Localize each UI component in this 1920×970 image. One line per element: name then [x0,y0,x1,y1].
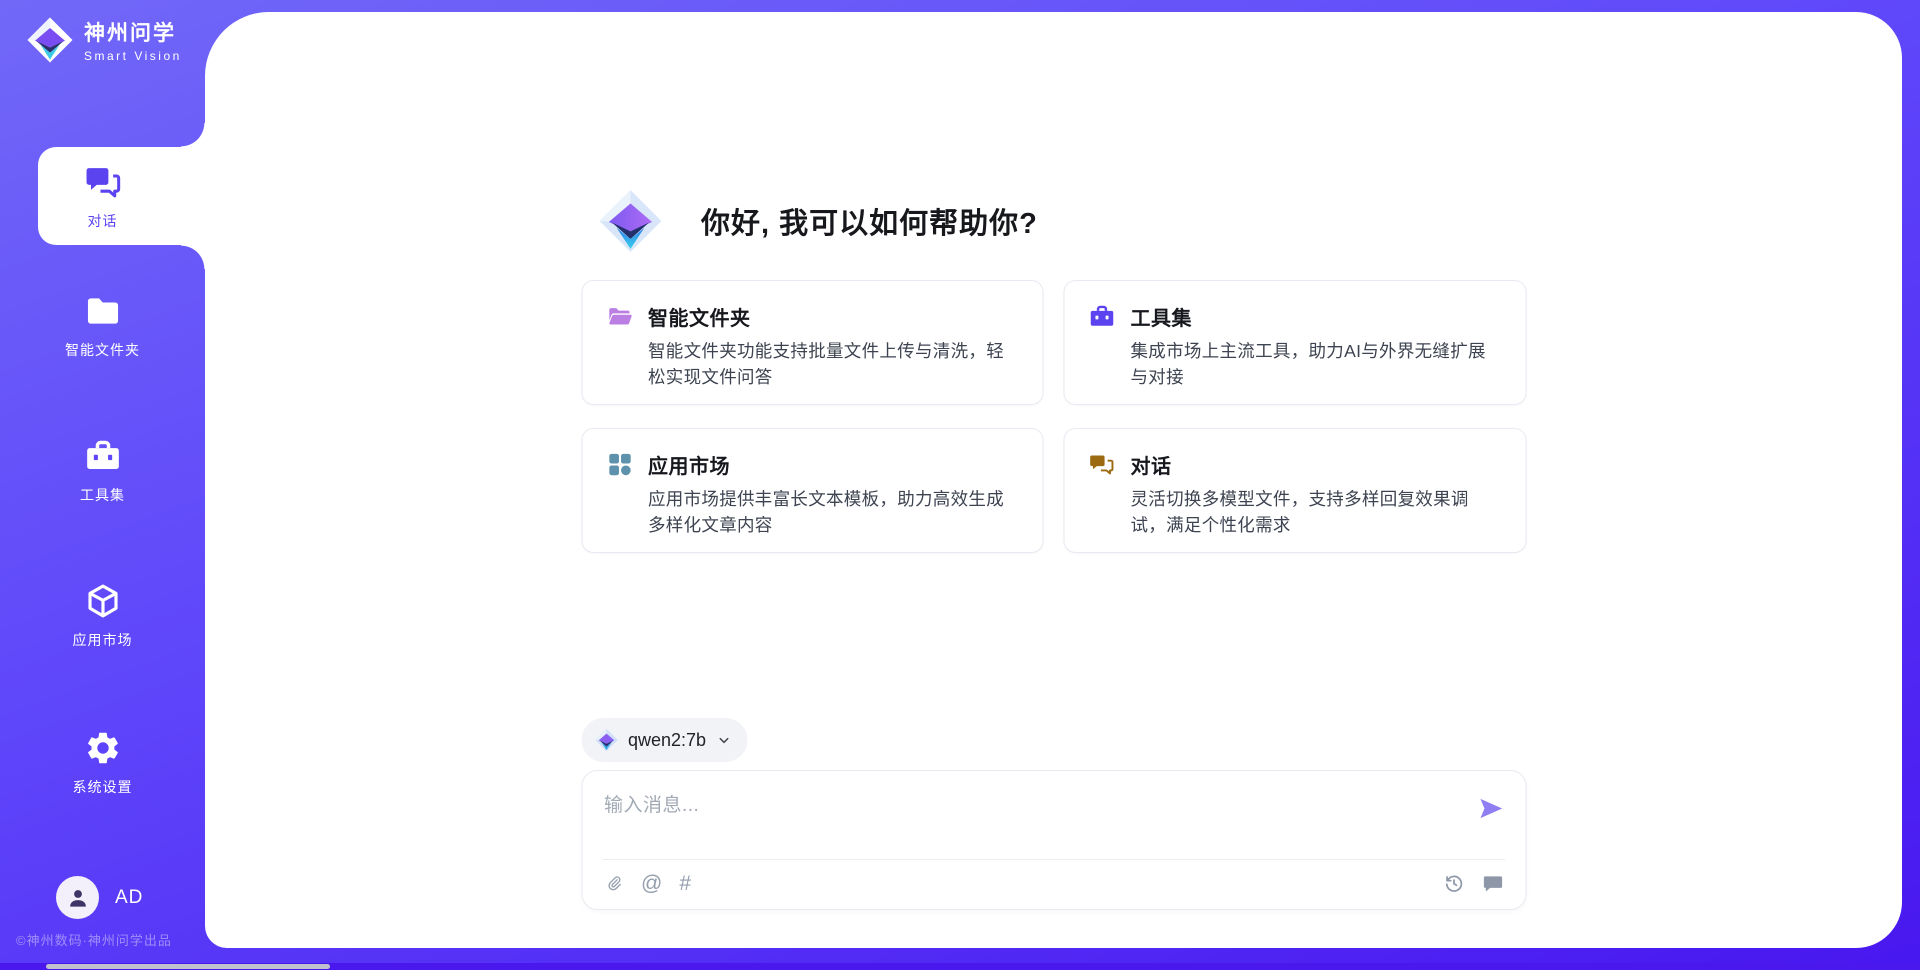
scrollbar-thumb[interactable] [46,964,330,969]
greeting-row: 你好, 我可以如何帮助你? [581,188,1526,254]
app-logo-diamond-icon [597,188,663,254]
model-diamond-icon [594,728,618,752]
sidebar-item-label: 智能文件夹 [65,340,140,360]
main-content: 你好, 我可以如何帮助你? 智能文件夹 智能文件夹功能支持批量文件上传与清洗，轻… [581,188,1526,553]
send-icon[interactable] [1477,795,1504,822]
avatar [56,876,99,919]
sidebar-item-toolset[interactable]: 工具集 [0,421,205,519]
mention-icon[interactable]: @ [641,873,662,894]
card-title: 工具集 [1131,302,1193,331]
input-divider [602,859,1505,860]
attachment-icon[interactable] [604,874,624,894]
history-icon[interactable] [1442,872,1465,895]
model-selector[interactable]: qwen2:7b [581,718,747,762]
card-description: 智能文件夹功能支持批量文件上传与清洗，轻松实现文件问答 [648,338,1019,391]
model-name: qwen2:7b [628,730,706,751]
feedback-bubble-icon[interactable] [1481,872,1504,895]
hashtag-icon[interactable]: # [679,873,691,894]
user-initials: AD [115,887,143,909]
cube-icon [83,581,123,621]
briefcase-icon [83,436,123,476]
brand-subtitle: Smart Vision [84,49,182,63]
card-title: 智能文件夹 [648,302,751,331]
feature-cards: 智能文件夹 智能文件夹功能支持批量文件上传与清洗，轻松实现文件问答 工具集 [581,280,1526,553]
composer: qwen2:7b @ # [581,718,1526,910]
brand-logo: 神州问学 Smart Vision [26,16,182,64]
message-input[interactable] [604,789,1455,823]
bottom-scrollbar [0,963,1920,970]
card-smart-folder[interactable]: 智能文件夹 智能文件夹功能支持批量文件上传与清洗，轻松实现文件问答 [581,280,1044,405]
gear-icon [83,728,123,768]
card-app-market[interactable]: 应用市场 应用市场提供丰富长文本模板，助力高效生成多样化文章内容 [581,428,1044,553]
card-description: 灵活切换多模型文件，支持多样回复效果调试，满足个性化需求 [1131,486,1502,539]
card-chat[interactable]: 对话 灵活切换多模型文件，支持多样回复效果调试，满足个性化需求 [1064,428,1527,553]
sidebar-item-label: 系统设置 [73,777,133,797]
chevron-down-icon [716,733,731,748]
card-toolset[interactable]: 工具集 集成市场上主流工具，助力AI与外界无缝扩展与对接 [1064,280,1527,405]
sidebar: 神州问学 Smart Vision 对话 智能文件夹 [0,0,205,970]
copyright-text: ©神州数码·神州问学出品 [16,930,172,949]
sidebar-item-chat[interactable]: 对话 [0,147,205,245]
briefcase-icon [1089,303,1116,330]
brand-diamond-icon [26,16,74,64]
chat-icon [83,162,123,202]
user-profile[interactable]: AD [56,876,143,919]
card-title: 对话 [1131,450,1172,479]
message-input-box: @ # [581,770,1526,910]
card-description: 应用市场提供丰富长文本模板，助力高效生成多样化文章内容 [648,486,1019,539]
folder-open-icon [606,303,633,330]
card-description: 集成市场上主流工具，助力AI与外界无缝扩展与对接 [1131,338,1502,391]
sidebar-item-smart-folder[interactable]: 智能文件夹 [0,276,205,374]
sidebar-item-settings[interactable]: 系统设置 [0,713,205,811]
sidebar-item-label: 工具集 [80,485,125,505]
person-icon [65,885,91,911]
main-panel: 你好, 我可以如何帮助你? 智能文件夹 智能文件夹功能支持批量文件上传与清洗，轻… [205,12,1902,948]
greeting-title: 你好, 我可以如何帮助你? [701,200,1038,242]
sidebar-item-app-market[interactable]: 应用市场 [0,566,205,664]
folder-icon [83,291,123,331]
grid-icon [606,451,633,478]
brand-name: 神州问学 [84,17,182,47]
sidebar-item-label: 对话 [88,211,118,231]
chat-icon [1089,451,1116,478]
sidebar-item-label: 应用市场 [73,630,133,650]
card-title: 应用市场 [648,450,730,479]
